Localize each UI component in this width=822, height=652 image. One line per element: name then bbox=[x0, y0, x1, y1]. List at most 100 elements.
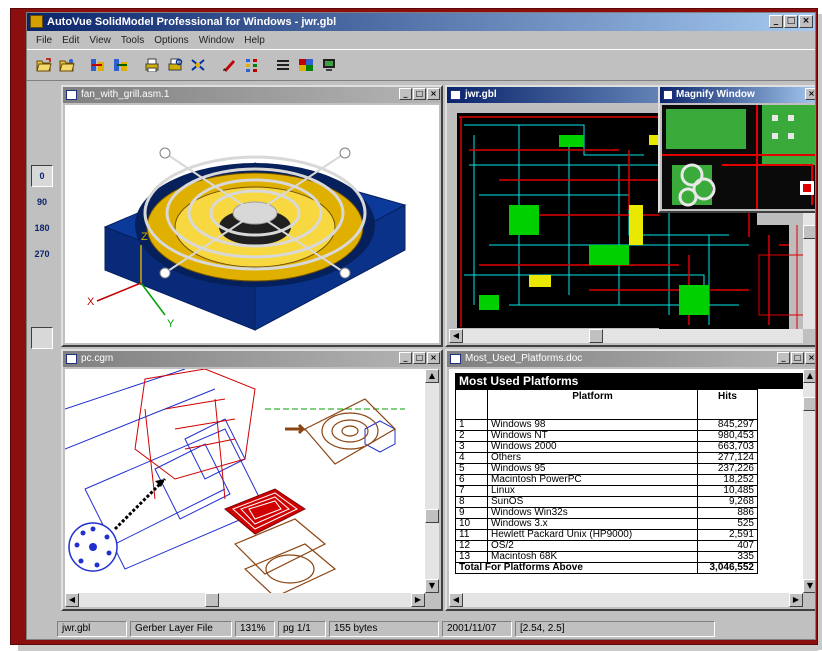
fan-window[interactable]: fan_with_grill.asm.1 _ □ × Z X Y bbox=[61, 85, 443, 347]
exploded-assembly-drawing bbox=[65, 369, 405, 598]
print-icon[interactable] bbox=[141, 54, 162, 76]
magnify-window-titlebar[interactable]: Magnify Window × bbox=[660, 87, 815, 103]
maximize-icon[interactable]: □ bbox=[413, 352, 426, 364]
monitor-icon[interactable] bbox=[318, 54, 339, 76]
row-index: 10 bbox=[455, 518, 488, 530]
close-icon[interactable]: × bbox=[799, 15, 813, 28]
rotate-0-icon[interactable]: 0 bbox=[31, 165, 53, 187]
compare-icon[interactable] bbox=[87, 54, 108, 76]
open-folder-alt-icon[interactable] bbox=[56, 54, 77, 76]
minimize-icon[interactable]: _ bbox=[769, 15, 783, 28]
rotate-90-icon[interactable]: 90 bbox=[31, 191, 53, 213]
menu-options[interactable]: Options bbox=[149, 35, 193, 46]
menu-view[interactable]: View bbox=[84, 35, 116, 46]
minimize-icon[interactable]: _ bbox=[399, 352, 412, 364]
fan-window-controls: _ □ × bbox=[399, 88, 440, 100]
status-file: jwr.gbl bbox=[57, 621, 127, 637]
scroll-down-icon[interactable]: ▼ bbox=[803, 579, 815, 593]
cgm-window-controls: _ □ × bbox=[399, 352, 440, 364]
layers-icon[interactable] bbox=[241, 54, 262, 76]
magnify-window[interactable]: Magnify Window × bbox=[658, 85, 815, 213]
fan-window-titlebar[interactable]: fan_with_grill.asm.1 _ □ × bbox=[63, 87, 441, 103]
menu-file[interactable]: File bbox=[31, 35, 57, 46]
tile-windows-icon[interactable] bbox=[295, 54, 316, 76]
doc-window[interactable]: Most_Used_Platforms.doc _ □ × Most Used … bbox=[445, 349, 815, 611]
cgm-vertical-scrollbar[interactable]: ▲ ▼ bbox=[425, 369, 439, 593]
scroll-left-icon[interactable]: ◀ bbox=[449, 329, 463, 343]
maximize-icon[interactable]: □ bbox=[784, 15, 798, 28]
minimize-icon[interactable]: _ bbox=[399, 88, 412, 100]
scroll-thumb[interactable] bbox=[803, 397, 815, 411]
row-index: 4 bbox=[455, 452, 488, 464]
doc-window-titlebar[interactable]: Most_Used_Platforms.doc _ □ × bbox=[447, 351, 815, 367]
compare-alt-icon[interactable] bbox=[110, 54, 131, 76]
list-icon[interactable] bbox=[272, 54, 293, 76]
scroll-right-icon[interactable]: ▶ bbox=[789, 593, 803, 607]
close-icon[interactable]: × bbox=[805, 88, 815, 100]
app-titlebar[interactable]: AutoVue SolidModel Professional for Wind… bbox=[27, 13, 815, 31]
cgm-view[interactable]: ◀ ▶ ▲ ▼ bbox=[65, 369, 439, 607]
y-axis-label: Y bbox=[167, 318, 175, 330]
rotate-270-icon[interactable]: 270 bbox=[31, 243, 53, 265]
scroll-left-icon[interactable]: ◀ bbox=[449, 593, 463, 607]
maximize-icon[interactable]: □ bbox=[791, 352, 804, 364]
zoom-fit-icon[interactable] bbox=[31, 327, 53, 349]
rotate-z-icon[interactable] bbox=[31, 139, 53, 161]
rotate-x-icon[interactable] bbox=[31, 87, 53, 109]
document-icon bbox=[450, 354, 461, 364]
row-hits: 10,485 bbox=[697, 485, 758, 497]
cgm-window[interactable]: pc.cgm _ □ × ◀ ▶ ▲ ▼ bbox=[61, 349, 443, 611]
document-icon bbox=[66, 354, 77, 364]
open-folder-icon[interactable] bbox=[33, 54, 54, 76]
status-size: 155 bytes bbox=[329, 621, 439, 637]
print-preview-icon[interactable] bbox=[164, 54, 185, 76]
table-row: 9 Windows Win32s 886 bbox=[455, 507, 758, 519]
menu-tools[interactable]: Tools bbox=[116, 35, 149, 46]
scroll-up-icon[interactable]: ▲ bbox=[803, 369, 815, 383]
scroll-thumb[interactable] bbox=[589, 329, 603, 343]
doc-view[interactable]: Most Used Platforms Platform Hits 1 Windo… bbox=[449, 369, 815, 607]
maximize-icon[interactable]: □ bbox=[413, 88, 426, 100]
zoom-window-icon[interactable] bbox=[31, 301, 53, 323]
navigate-icon[interactable] bbox=[31, 275, 53, 297]
doc-horizontal-scrollbar[interactable]: ◀ ▶ bbox=[449, 593, 803, 607]
scroll-right-icon[interactable]: ▶ bbox=[411, 593, 425, 607]
scroll-thumb[interactable] bbox=[205, 593, 219, 607]
scroll-thumb[interactable] bbox=[803, 225, 815, 239]
minimize-icon[interactable]: _ bbox=[777, 352, 790, 364]
cgm-window-titlebar[interactable]: pc.cgm _ □ × bbox=[63, 351, 441, 367]
close-icon[interactable]: × bbox=[427, 88, 440, 100]
close-icon[interactable]: × bbox=[805, 352, 815, 364]
markup-pen-icon[interactable] bbox=[218, 54, 239, 76]
row-hits: 407 bbox=[697, 540, 758, 552]
fan-3d-view[interactable]: Z X Y bbox=[65, 105, 439, 343]
scroll-down-icon[interactable]: ▼ bbox=[425, 579, 439, 593]
table-row: 1 Windows 98 845,297 bbox=[455, 419, 758, 431]
row-index: 1 bbox=[455, 419, 488, 431]
main-toolbar bbox=[27, 49, 815, 81]
table-row: 11 Hewlett Packard Unix (HP9000) 2,591 bbox=[455, 529, 758, 541]
close-icon[interactable]: × bbox=[427, 352, 440, 364]
menu-edit[interactable]: Edit bbox=[57, 35, 84, 46]
menu-window[interactable]: Window bbox=[194, 35, 240, 46]
pcb-horizontal-scrollbar[interactable]: ◀ bbox=[449, 329, 803, 343]
scroll-left-icon[interactable]: ◀ bbox=[65, 593, 79, 607]
row-platform: Macintosh 68K bbox=[487, 551, 698, 563]
total-row: Total For Platforms Above 3,046,552 bbox=[455, 562, 758, 574]
rotate-y-icon[interactable] bbox=[31, 113, 53, 135]
z-axis-label: Z bbox=[141, 231, 148, 243]
doc-vertical-scrollbar[interactable]: ▲ ▼ bbox=[803, 369, 815, 593]
row-index: 7 bbox=[455, 485, 488, 497]
scroll-thumb[interactable] bbox=[425, 509, 439, 523]
row-platform: Windows NT bbox=[487, 430, 698, 442]
scroll-up-icon[interactable]: ▲ bbox=[425, 369, 439, 383]
properties-icon[interactable] bbox=[187, 54, 208, 76]
cgm-horizontal-scrollbar[interactable]: ◀ ▶ bbox=[65, 593, 425, 607]
doc-heading: Most Used Platforms bbox=[455, 373, 807, 389]
row-platform: Windows 95 bbox=[487, 463, 698, 475]
row-platform: Others bbox=[487, 452, 698, 464]
menu-help[interactable]: Help bbox=[239, 35, 270, 46]
x-axis-label: X bbox=[87, 296, 95, 308]
row-hits: 18,252 bbox=[697, 474, 758, 486]
rotate-180-icon[interactable]: 180 bbox=[31, 217, 53, 239]
